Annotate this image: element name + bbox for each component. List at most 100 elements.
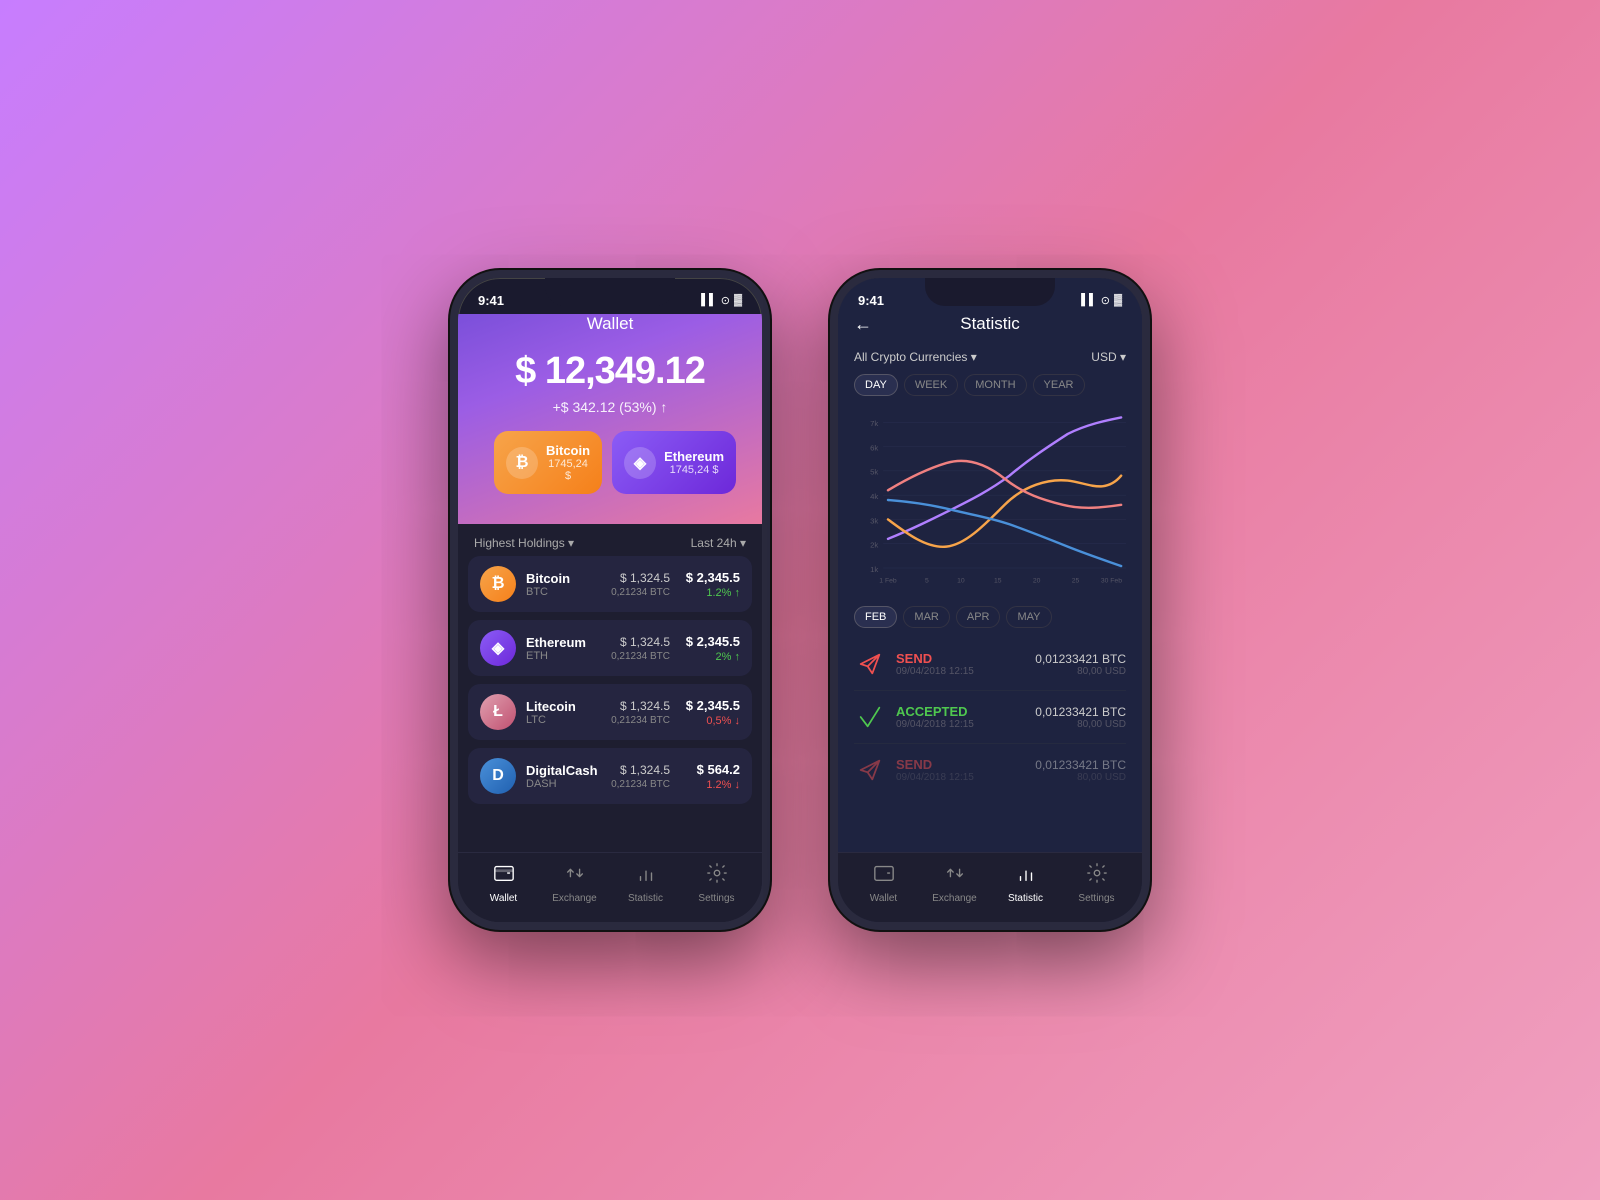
stat-back-button[interactable]: ← [854,314,872,335]
tab-year[interactable]: YEAR [1033,374,1085,396]
stat-signal-icon: ▌▌ [1081,294,1097,306]
tx-item-send-2[interactable]: SEND 09/04/2018 12:15 0,01233421 BTC 80,… [854,744,1126,796]
coin-list: ₿ Bitcoin BTC $ 1,324.5 0,21234 BTC $ 2,… [458,556,762,852]
wallet-change: +$ 342.12 (53%) ↑ [478,399,742,415]
dash-price: $ 1,324.5 [611,763,670,777]
unit-filter[interactable]: USD ▾ [1091,350,1126,364]
time-tabs: DAY WEEK MONTH YEAR [838,370,1142,400]
dash-price-col: $ 1,324.5 0,21234 BTC [611,763,670,790]
svg-text:2k: 2k [870,541,878,550]
tx-usd-send-1: 80,00 USD [1035,666,1126,677]
stat-settings-nav-icon [1086,862,1108,890]
stat-nav-wallet[interactable]: Wallet [848,862,919,904]
stat-title: Statistic [960,314,1020,334]
bitcoin-card-value: 1745,24 $ [546,458,590,482]
ltc-change-col: $ 2,345.5 0,5% ↓ [680,698,740,727]
stat-wallet-nav-icon [873,862,895,890]
currency-filter[interactable]: All Crypto Currencies ▾ [854,350,977,364]
btc-icon: ₿ [480,566,516,602]
ethereum-card[interactable]: ◈ Ethereum 1745,24 $ [612,431,736,494]
tab-feb[interactable]: FEB [854,606,897,628]
stat-battery-icon: ▓ [1114,294,1122,306]
nav-statistic[interactable]: Statistic [610,862,681,904]
stat-exchange-nav-icon [944,862,966,890]
list-header: Highest Holdings ▾ Last 24h ▾ [458,524,762,556]
tx-btc-accepted: 0,01233421 BTC [1035,705,1126,719]
tab-apr[interactable]: APR [956,606,1001,628]
stat-status-time: 9:41 [858,293,884,308]
exchange-nav-icon [564,862,586,890]
ltc-change: 0,5% ↓ [680,715,740,727]
tab-month[interactable]: MONTH [964,374,1026,396]
coin-item-ltc[interactable]: Ł Litecoin LTC $ 1,324.5 0,21234 BTC $ 2… [468,684,752,740]
wallet-header: Wallet $ 12,349.12 +$ 342.12 (53%) ↑ ₿ B… [458,314,762,524]
list-header-left[interactable]: Highest Holdings ▾ [474,536,574,550]
chart-svg: 7k 6k 5k 4k 3k 2k 1k 1 Feb 5 10 15 [854,400,1126,600]
wallet-phone: 9:41 ▌▌ ⊙ ▓ Wallet $ 12,349.12 +$ 342.12… [450,270,770,930]
svg-text:30 Feb: 30 Feb [1101,578,1122,585]
coin-item-eth[interactable]: ◈ Ethereum ETH $ 1,324.5 0,21234 BTC $ 2… [468,620,752,676]
ethereum-card-icon: ◈ [624,447,656,479]
stat-nav-statistic[interactable]: Statistic [990,862,1061,904]
bitcoin-card-name: Bitcoin [546,443,590,458]
wallet-body: Highest Holdings ▾ Last 24h ▾ ₿ Bitcoin … [458,524,762,922]
svg-text:15: 15 [994,578,1002,585]
stat-nav-settings[interactable]: Settings [1061,862,1132,904]
tx-date-accepted: 09/04/2018 12:15 [896,719,1025,730]
ltc-value: $ 2,345.5 [680,698,740,713]
coin-item-btc[interactable]: ₿ Bitcoin BTC $ 1,324.5 0,21234 BTC $ 2,… [468,556,752,612]
tx-type-accepted: ACCEPTED [896,704,1025,719]
tab-may[interactable]: MAY [1006,606,1051,628]
nav-settings[interactable]: Settings [681,862,752,904]
nav-settings-label: Settings [698,893,734,904]
stat-nav-wallet-label: Wallet [870,893,897,904]
svg-text:7k: 7k [870,419,878,428]
unit-filter-label: USD ▾ [1091,350,1126,364]
tab-day[interactable]: DAY [854,374,898,396]
tx-amount-send-2: 0,01233421 BTC 80,00 USD [1035,758,1126,783]
tx-type-send-1: SEND [896,651,1025,666]
ltc-name: Litecoin [526,699,601,714]
eth-info: Ethereum ETH [526,635,601,662]
currency-filter-label: All Crypto Currencies ▾ [854,350,977,364]
tx-item-send-1[interactable]: SEND 09/04/2018 12:15 0,01233421 BTC 80,… [854,638,1126,691]
svg-text:3k: 3k [870,516,878,525]
nav-statistic-label: Statistic [628,893,663,904]
bitcoin-card[interactable]: ₿ Bitcoin 1745,24 $ [494,431,602,494]
ltc-btc: 0,21234 BTC [611,715,670,726]
wallet-title: Wallet [478,314,742,334]
dash-name: DigitalCash [526,763,601,778]
send-icon-1 [854,648,886,680]
signal-icon: ▌▌ [701,294,717,306]
tx-send-1-info: SEND 09/04/2018 12:15 [896,651,1025,677]
tab-mar[interactable]: MAR [903,606,949,628]
dash-info: DigitalCash DASH [526,763,601,790]
bitcoin-card-icon: ₿ [506,447,538,479]
list-header-right[interactable]: Last 24h ▾ [691,536,746,550]
svg-text:25: 25 [1072,578,1080,585]
svg-text:20: 20 [1033,578,1041,585]
coin-item-dash[interactable]: D DigitalCash DASH $ 1,324.5 0,21234 BTC… [468,748,752,804]
nav-wallet[interactable]: Wallet [468,862,539,904]
stat-nav-exchange[interactable]: Exchange [919,862,990,904]
crypto-cards: ₿ Bitcoin 1745,24 $ ◈ Ethereum 1745,24 $ [478,415,742,494]
btc-value: $ 2,345.5 [680,570,740,585]
tx-list: SEND 09/04/2018 12:15 0,01233421 BTC 80,… [838,634,1142,852]
nav-exchange[interactable]: Exchange [539,862,610,904]
btc-change-col: $ 2,345.5 1.2% ↑ [680,570,740,599]
dash-icon: D [480,758,516,794]
ltc-info: Litecoin LTC [526,699,601,726]
tx-accepted-info: ACCEPTED 09/04/2018 12:15 [896,704,1025,730]
wifi-icon: ⊙ [721,294,730,307]
dash-change-col: $ 564.2 1.2% ↓ [680,762,740,791]
tx-item-accepted[interactable]: ACCEPTED 09/04/2018 12:15 0,01233421 BTC… [854,691,1126,744]
svg-text:1 Feb: 1 Feb [879,578,897,585]
ltc-price-col: $ 1,324.5 0,21234 BTC [611,699,670,726]
btc-price-col: $ 1,324.5 0,21234 BTC [611,571,670,598]
tab-week[interactable]: WEEK [904,374,958,396]
stat-content: ← Statistic All Crypto Currencies ▾ USD … [838,314,1142,922]
svg-text:10: 10 [957,578,965,585]
ethereum-card-name: Ethereum [664,449,724,464]
ltc-symbol: LTC [526,714,601,726]
tx-btc-send-2: 0,01233421 BTC [1035,758,1126,772]
